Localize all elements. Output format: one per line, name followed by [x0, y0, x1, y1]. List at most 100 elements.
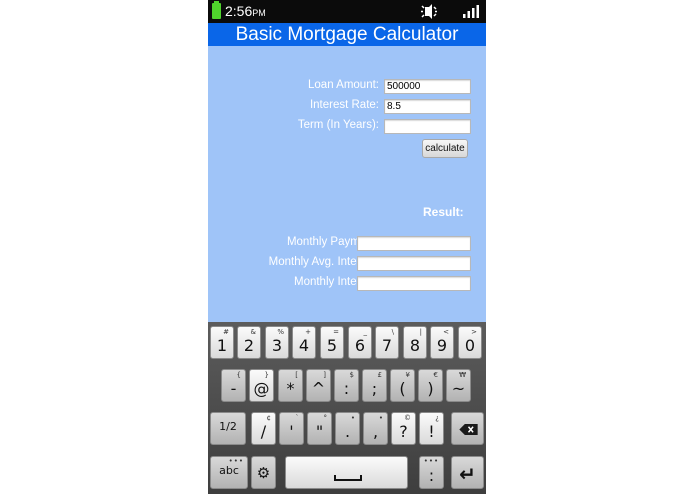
key-6-secondary: _ [363, 328, 368, 336]
key-asterisk[interactable]: [* [278, 369, 303, 402]
colon-key-label: : [428, 466, 435, 485]
key-8-secondary: | [419, 328, 422, 336]
key-3[interactable]: % 3 [265, 326, 289, 359]
phone-screen: 2:56PM Basic Mortgage Calculator Loan Am… [208, 0, 486, 494]
key-4[interactable]: +4 [292, 326, 316, 359]
key-period-label: . [344, 422, 351, 441]
key-7[interactable]: \ 7 [375, 326, 399, 359]
key-tilde-secondary: ₩ [459, 371, 466, 379]
monthly-payment-field[interactable] [357, 236, 471, 251]
status-clock: 2:56PM [225, 3, 266, 21]
key-7-secondary: \ [391, 328, 394, 336]
key-open-paren-secondary: ¥ [405, 371, 410, 379]
monthly-interest-field[interactable] [357, 276, 471, 291]
key-asterisk-secondary: [ [295, 371, 298, 379]
enter-key[interactable]: ↵ [451, 456, 484, 489]
clock-time: 2:56 [225, 3, 253, 19]
calculate-button[interactable]: calculate [422, 139, 468, 158]
signal-strength-icon [463, 5, 479, 18]
key-close-paren-label: ) [427, 379, 434, 398]
key-9-label: 9 [436, 336, 448, 355]
key-quote-secondary: ° [323, 414, 328, 422]
key-apostrophe-secondary: ` [295, 414, 300, 422]
key-period-secondary: • [350, 414, 355, 422]
term-years-field[interactable] [384, 119, 471, 134]
abc-key-label: abc [219, 464, 239, 477]
key-semicolon-secondary: £ [377, 371, 382, 379]
gear-icon: ⚙ [256, 464, 271, 482]
key-slash-secondary: ¢ [266, 414, 271, 422]
backspace-key[interactable] [451, 412, 484, 445]
key-period[interactable]: •. [335, 412, 360, 445]
key-colon[interactable]: $: [334, 369, 359, 402]
key-close-paren[interactable]: €) [418, 369, 443, 402]
key-5[interactable]: = 5 [320, 326, 344, 359]
enter-icon: ↵ [459, 462, 476, 486]
key-close-paren-secondary: € [433, 371, 438, 379]
clock-ampm: PM [252, 8, 266, 18]
key-asterisk-label: * [286, 379, 295, 398]
key-open-paren[interactable]: ¥( [390, 369, 415, 402]
key-slash-label: / [260, 422, 267, 441]
key-question-secondary: © [404, 414, 411, 422]
key-slash[interactable]: ¢ / [251, 412, 276, 445]
key-comma[interactable]: •, [363, 412, 388, 445]
interest-rate-label: Interest Rate: [309, 99, 379, 111]
key-open-paren-label: ( [399, 379, 406, 398]
key-9[interactable]: <9 [430, 326, 454, 359]
key-tilde-label: ~ [451, 379, 466, 398]
colon-key-dots: ••• [423, 457, 440, 465]
monthly-avg-interest-field[interactable] [357, 256, 471, 271]
colon-key[interactable]: •••: [419, 456, 444, 489]
key-1[interactable]: #1 [210, 326, 234, 359]
key-semicolon-label: ; [371, 379, 378, 398]
key-caret[interactable]: ] ^ [306, 369, 331, 402]
key-question-label: ? [399, 422, 408, 441]
key-3-label: 3 [271, 336, 283, 355]
key-comma-secondary: • [378, 414, 383, 422]
status-bar: 2:56PM [208, 0, 486, 23]
key-9-secondary: < [443, 328, 449, 336]
key-at[interactable]: } @ [249, 369, 274, 402]
space-key[interactable] [285, 456, 408, 489]
symbols-page-label: 1/2 [219, 420, 237, 433]
key-caret-secondary: ] [323, 371, 326, 379]
loan-amount-label: Loan Amount: [308, 79, 379, 91]
key-apostrophe-label: ' [289, 422, 294, 441]
key-4-label: 4 [298, 336, 310, 355]
space-bar-icon [334, 475, 362, 481]
result-heading: Result: [423, 205, 464, 219]
battery-icon [212, 1, 221, 19]
key-exclamation[interactable]: ¿! [419, 412, 444, 445]
settings-key[interactable]: ⚙ [251, 456, 276, 489]
key-hyphen[interactable]: {- [221, 369, 246, 402]
key-exclamation-label: ! [428, 422, 435, 441]
key-hyphen-secondary: { [236, 371, 241, 379]
key-1-label: 1 [216, 336, 228, 355]
key-apostrophe[interactable]: ` ' [279, 412, 304, 445]
interest-rate-field[interactable]: 8.5 [384, 99, 471, 114]
term-years-label: Term (In Years): [297, 119, 379, 131]
key-caret-label: ^ [311, 379, 326, 398]
key-0-label: 0 [464, 336, 476, 355]
key-tilde[interactable]: ₩ ~ [446, 369, 471, 402]
key-0-secondary: > [471, 328, 477, 336]
mute-icon [421, 4, 437, 19]
loan-amount-field[interactable]: 500000 [384, 79, 471, 94]
symbols-page-key[interactable]: 1/2 [210, 412, 246, 445]
key-6-label: 6 [354, 336, 366, 355]
key-2[interactable]: & 2 [237, 326, 261, 359]
key-8[interactable]: | 8 [403, 326, 427, 359]
key-question[interactable]: ©? [391, 412, 416, 445]
abc-key[interactable]: ••• abc [210, 456, 248, 489]
key-quote[interactable]: ° " [307, 412, 332, 445]
key-6[interactable]: _ 6 [348, 326, 372, 359]
key-comma-label: , [372, 422, 379, 441]
key-7-label: 7 [381, 336, 393, 355]
onscreen-keyboard: #1 & 2 % 3 +4 = 5 _ 6 \ 7 | 8 <9 >0 {- } @ [* ]… [208, 322, 486, 494]
key-semicolon[interactable]: £; [362, 369, 387, 402]
key-0[interactable]: >0 [458, 326, 482, 359]
key-1-secondary: # [223, 328, 229, 336]
key-4-secondary: + [305, 328, 311, 336]
key-at-label: @ [253, 379, 270, 398]
